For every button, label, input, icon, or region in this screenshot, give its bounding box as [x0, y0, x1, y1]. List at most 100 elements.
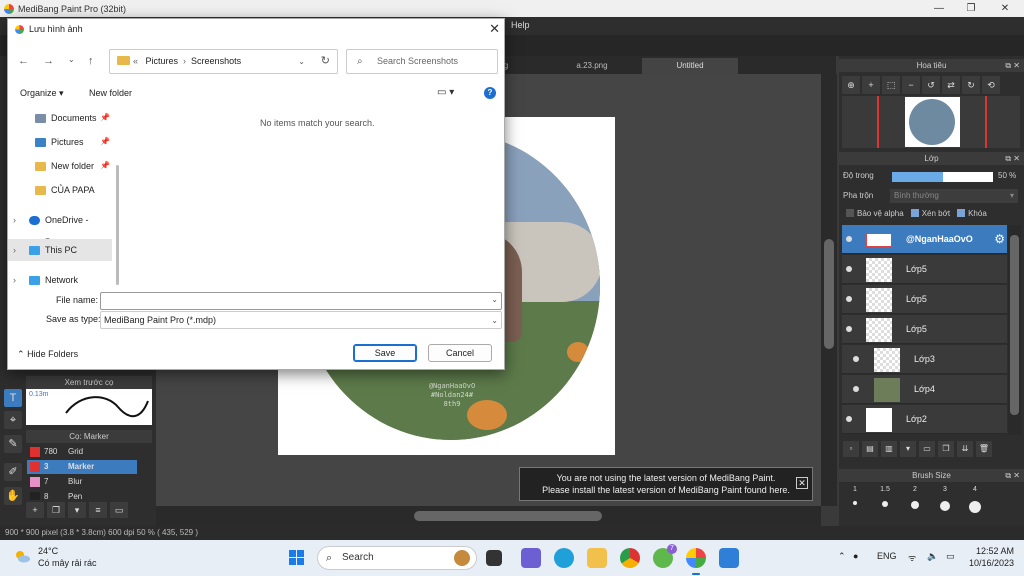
nav-item-this-pc[interactable]: › This PC	[8, 239, 112, 261]
file-name-field[interactable]: ⌄	[100, 292, 502, 310]
hand-tool-icon[interactable]: ✋	[4, 487, 22, 505]
show-hidden-icons-icon[interactable]: ⌃	[838, 551, 846, 562]
breadcrumb-item[interactable]: Screenshots	[191, 56, 241, 66]
visibility-icon[interactable]	[846, 326, 852, 332]
visibility-icon[interactable]	[846, 266, 852, 272]
clock[interactable]: 12:52 AM 10/16/2023	[968, 545, 1014, 569]
brush-item-selected[interactable]: 3 Marker	[27, 460, 137, 474]
chevron-right-icon[interactable]: ›	[13, 269, 16, 291]
add-layer-menu-icon[interactable]: ▾	[900, 441, 916, 457]
edge-icon[interactable]	[554, 548, 574, 568]
layer-row[interactable]: Lớp5	[842, 315, 1007, 344]
back-arrow-icon[interactable]: ←	[18, 55, 29, 67]
scroll-thumb[interactable]	[1010, 235, 1019, 415]
panel-close-icon[interactable]: ⧉ ✕	[1005, 469, 1020, 482]
folder-icon[interactable]: ▭	[919, 441, 935, 457]
zoom-out-icon[interactable]: −	[902, 76, 920, 94]
chrome-icon[interactable]	[620, 548, 640, 568]
reset-view-icon[interactable]: ⟲	[982, 76, 1000, 94]
protect-alpha-checkbox[interactable]: Bảo vệ alpha	[846, 209, 904, 221]
layer-row[interactable]: Lớp5	[842, 285, 1007, 314]
visibility-icon[interactable]	[853, 386, 859, 392]
brush-settings-icon[interactable]: ≡	[89, 502, 107, 518]
brush-item[interactable]: 7 Blur	[27, 475, 137, 489]
file-explorer-icon[interactable]	[587, 548, 607, 568]
maximize-button[interactable]: ❐	[956, 0, 986, 17]
brush-folder-icon[interactable]: ▭	[110, 502, 128, 518]
copy-brush-icon[interactable]: ❐	[47, 502, 65, 518]
navigator-thumbnail[interactable]	[842, 96, 1020, 148]
close-window-button[interactable]: ✕	[990, 0, 1020, 17]
menu-help[interactable]: Help	[511, 20, 530, 30]
visibility-icon[interactable]	[846, 296, 852, 302]
vertical-scrollbar[interactable]	[821, 74, 837, 506]
app-with-badge-icon[interactable]: 7	[653, 544, 677, 568]
nav-item-cua-papa[interactable]: CỦA PAPA	[8, 179, 112, 201]
merge-layer-icon[interactable]: ⇊	[957, 441, 973, 457]
visibility-icon[interactable]	[846, 416, 852, 422]
gear-icon[interactable]: ⚙	[994, 232, 1005, 246]
layer-row[interactable]: Lớp2	[842, 405, 1007, 434]
view-options-icon[interactable]: ▭ ▾	[437, 87, 454, 98]
clipping-checkbox[interactable]: Xén bớt	[910, 209, 950, 221]
text-tool-icon[interactable]: T	[4, 389, 22, 407]
brush-size-preset[interactable]: 2	[902, 486, 928, 524]
up-arrow-icon[interactable]: ↑	[88, 55, 94, 67]
rotate-left-icon[interactable]: ↺	[922, 76, 940, 94]
trash-icon[interactable]: 🗑	[976, 441, 992, 457]
zoom-fit-icon[interactable]: ⊕	[842, 76, 860, 94]
brush-size-preset[interactable]: 3	[932, 486, 958, 524]
lock-checkbox[interactable]: Khóa	[957, 209, 987, 221]
chevron-right-icon[interactable]: ›	[13, 239, 16, 261]
cancel-button[interactable]: Cancel	[428, 344, 492, 362]
panel-close-icon[interactable]: ⧉ ✕	[1005, 59, 1020, 72]
nav-item-pictures[interactable]: Pictures 📌	[8, 131, 112, 153]
opacity-slider[interactable]	[892, 172, 993, 182]
panel-close-icon[interactable]: ⧉ ✕	[1005, 152, 1020, 165]
nav-item-new-folder[interactable]: New folder 📌	[8, 155, 112, 177]
notification-line[interactable]: Please install the latest version of Med…	[520, 484, 812, 496]
horizontal-scrollbar[interactable]	[156, 506, 821, 526]
tab-a23[interactable]: a.23.png	[542, 58, 642, 74]
layer-scrollbar[interactable]	[1008, 225, 1021, 435]
hide-folders-toggle[interactable]: ⌃ Hide Folders	[17, 349, 78, 360]
blend-mode-select[interactable]: Bình thường ▾	[890, 189, 1018, 203]
medibang-taskbar-icon[interactable]	[686, 548, 706, 568]
close-icon[interactable]: ✕	[796, 477, 808, 489]
recent-chevron-icon[interactable]: ⌄	[68, 55, 75, 64]
brush-item[interactable]: 780 Grid	[27, 445, 137, 459]
brush-menu-icon[interactable]: ▾	[68, 502, 86, 518]
chevron-down-icon[interactable]: ⌄	[298, 50, 305, 73]
minimize-button[interactable]: —	[924, 0, 954, 17]
search-input[interactable]: ⌕ Search Screenshots	[346, 49, 498, 74]
new-8bit-layer-icon[interactable]: ▥	[881, 441, 897, 457]
task-view-icon[interactable]	[486, 550, 502, 566]
brush-size-preset[interactable]: 1.5	[872, 486, 898, 524]
breadcrumb-item[interactable]: Pictures	[146, 56, 179, 66]
brush-tool-icon[interactable]: ✎	[4, 435, 22, 453]
add-brush-icon[interactable]: +	[26, 502, 44, 518]
help-icon[interactable]: ?	[484, 87, 496, 99]
teams-icon[interactable]	[521, 548, 541, 568]
volume-icon[interactable]: 🔈	[927, 551, 938, 562]
close-icon[interactable]: ✕	[489, 21, 500, 37]
select-tool-icon[interactable]: ⌖	[4, 411, 22, 429]
fit-window-icon[interactable]: ⬚	[882, 76, 900, 94]
new-halftone-layer-icon[interactable]: ▤	[862, 441, 878, 457]
copy-layer-icon[interactable]: ❐	[938, 441, 954, 457]
new-folder-button[interactable]: New folder	[89, 88, 132, 98]
visibility-icon[interactable]	[846, 236, 852, 242]
language-indicator[interactable]: ENG	[877, 551, 897, 561]
organize-menu[interactable]: Organize ▾	[20, 88, 64, 99]
brush-size-preset[interactable]: 1	[842, 486, 868, 524]
new-layer-icon[interactable]: ▫	[843, 441, 859, 457]
flip-icon[interactable]: ⇄	[942, 76, 960, 94]
forward-arrow-icon[interactable]: →	[43, 55, 54, 67]
paint-app-icon[interactable]	[719, 548, 739, 568]
visibility-icon[interactable]	[853, 356, 859, 362]
zoom-in-icon[interactable]: +	[862, 76, 880, 94]
nav-item-documents[interactable]: Documents 📌	[8, 107, 112, 129]
save-button[interactable]: Save	[353, 344, 417, 362]
nav-item-network[interactable]: › Network	[8, 269, 112, 291]
battery-icon[interactable]: ▭	[946, 551, 955, 562]
